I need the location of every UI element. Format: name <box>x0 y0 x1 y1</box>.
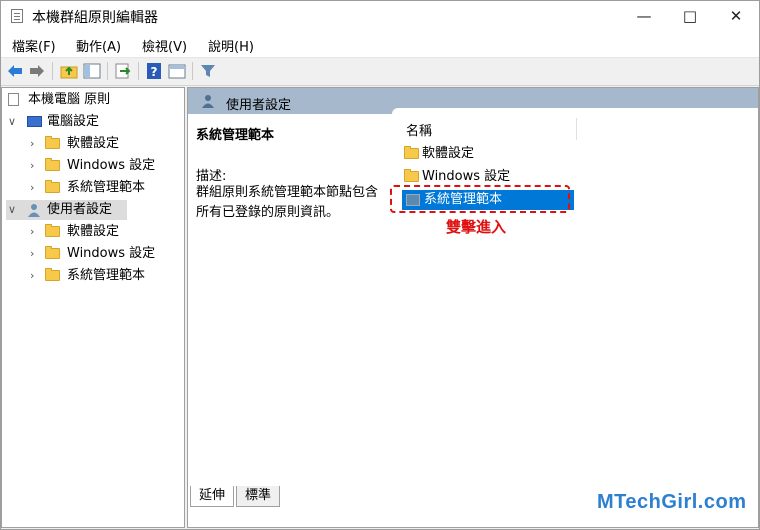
export-list-icon[interactable] <box>114 62 132 80</box>
highlight-box <box>390 185 570 213</box>
tree-item-software[interactable]: › 軟體設定 <box>26 134 176 154</box>
properties-icon[interactable] <box>168 62 186 80</box>
tree-user-label: 使用者設定 <box>47 202 113 217</box>
chevron-right-icon[interactable]: › <box>30 244 42 264</box>
tree-item-label: 軟體設定 <box>67 224 120 239</box>
tree-item-admin-templates[interactable]: › 系統管理範本 <box>26 266 176 286</box>
tree-computer-label: 電腦設定 <box>47 114 100 129</box>
tree-root-label: 本機電腦 原則 <box>28 92 111 107</box>
tree-item-software[interactable]: › 軟體設定 <box>26 222 176 242</box>
folder-icon <box>404 146 419 159</box>
tree-item-label: 系統管理範本 <box>67 180 146 195</box>
column-header-name[interactable]: 名稱 <box>406 120 432 139</box>
toolbar-separator <box>192 62 193 80</box>
title-bar: 本機群組原則編輯器 — □ ✕ <box>1 1 759 31</box>
svg-text:?: ? <box>151 65 158 79</box>
menu-file[interactable]: 檔案(F) <box>12 36 56 55</box>
user-icon <box>28 204 40 217</box>
description-title: 系統管理範本 <box>196 128 275 143</box>
tree-item-label: Windows 設定 <box>67 158 156 173</box>
app-icon <box>11 9 23 23</box>
tree-item-windows[interactable]: › Windows 設定 <box>26 244 176 264</box>
folder-icon <box>45 158 60 171</box>
watermark-logo: MTechGirl.com <box>597 491 747 513</box>
tree-item-windows[interactable]: › Windows 設定 <box>26 156 176 176</box>
list-item-label: Windows 設定 <box>422 169 511 184</box>
folder-icon <box>45 136 60 149</box>
tab-extended[interactable]: 延伸 <box>190 486 235 507</box>
chevron-right-icon[interactable]: › <box>30 266 42 286</box>
show-hide-tree-icon[interactable] <box>83 62 101 80</box>
folder-icon <box>45 224 60 237</box>
chevron-down-icon[interactable]: ∨ <box>8 200 20 220</box>
tree-root[interactable]: 本機電腦 原則 <box>6 90 176 110</box>
menu-bar: 檔案(F) 動作(A) 檢視(V) 說明(H) <box>1 31 759 58</box>
folder-icon <box>45 246 60 259</box>
tree-item-label: Windows 設定 <box>67 246 156 261</box>
help-icon[interactable]: ? <box>145 62 163 80</box>
menu-view[interactable]: 檢視(V) <box>142 36 187 55</box>
description-label: 描述: <box>196 169 227 184</box>
chevron-right-icon[interactable]: › <box>30 178 42 198</box>
list-item-label: 軟體設定 <box>422 146 475 161</box>
tab-standard[interactable]: 標準 <box>236 486 281 507</box>
chevron-right-icon[interactable]: › <box>30 222 42 242</box>
window-title: 本機群組原則編輯器 <box>32 10 158 26</box>
filter-icon[interactable] <box>199 62 217 80</box>
double-click-annotation: 雙擊進入 <box>446 218 507 236</box>
details-header-title: 使用者設定 <box>226 98 292 113</box>
minimize-button[interactable]: — <box>621 1 667 31</box>
maximize-button[interactable]: □ <box>667 1 713 31</box>
tree-item-label: 系統管理範本 <box>67 268 146 283</box>
folder-icon <box>45 268 60 281</box>
main-window: 本機群組原則編輯器 — □ ✕ 檔案(F) 動作(A) 檢視(V) 說明(H) … <box>0 0 760 530</box>
description-text: 群組原則系統管理範本節點包含所有已登錄的原則資訊。 <box>196 185 379 220</box>
chevron-right-icon[interactable]: › <box>30 156 42 176</box>
chevron-down-icon[interactable]: ∨ <box>8 112 20 132</box>
column-separator[interactable] <box>576 118 577 140</box>
toolbar-separator <box>107 62 108 80</box>
chevron-right-icon[interactable]: › <box>30 134 42 154</box>
toolbar: ? <box>1 58 759 86</box>
tree-computer-config[interactable]: ∨ 電腦設定 <box>6 112 176 132</box>
policy-document-icon <box>8 93 19 106</box>
up-folder-icon[interactable] <box>60 62 78 80</box>
tree-user-config[interactable]: ∨ 使用者設定 <box>6 200 127 220</box>
back-arrow-icon[interactable] <box>6 62 24 80</box>
item-list: 名稱 軟體設定 Windows 設定 系統管理範本 雙擊進入 <box>390 108 758 478</box>
toolbar-separator <box>52 62 53 80</box>
folder-icon <box>45 180 60 193</box>
forward-arrow-icon[interactable] <box>28 62 46 80</box>
computer-icon <box>27 116 42 127</box>
menu-help[interactable]: 說明(H) <box>208 36 254 55</box>
menu-action[interactable]: 動作(A) <box>76 36 121 55</box>
tree-item-admin-templates[interactable]: › 系統管理範本 <box>26 178 176 198</box>
tree-item-label: 軟體設定 <box>67 136 120 151</box>
tree-pane: 本機電腦 原則 ∨ 電腦設定 › 軟體設定 › Windows 設定 › 系統管… <box>1 87 185 528</box>
user-icon <box>202 95 214 108</box>
toolbar-separator <box>138 62 139 80</box>
folder-icon <box>404 169 419 182</box>
details-pane: 使用者設定 系統管理範本 描述: 群組原則系統管理範本節點包含所有已登錄的原則資… <box>187 87 759 528</box>
close-button[interactable]: ✕ <box>713 1 759 31</box>
